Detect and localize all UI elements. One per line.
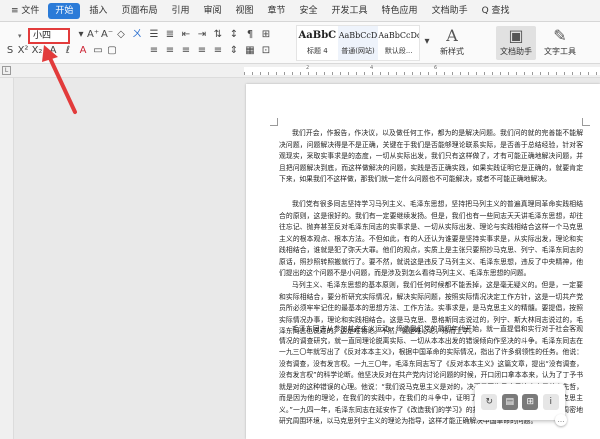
table-icon[interactable]: ⊞: [260, 29, 272, 43]
text-effect-icon[interactable]: A: [47, 45, 59, 59]
style-sample: AaBbCcD: [338, 31, 378, 40]
outdent-icon[interactable]: ⇤: [180, 29, 192, 43]
indent-icon[interactable]: ⇥: [196, 29, 208, 43]
style-label: 默认段...: [384, 47, 413, 55]
style-label: 标题 4: [306, 47, 328, 55]
align-right-icon[interactable]: ≡: [180, 45, 192, 59]
style-label: 普通(网站): [341, 47, 375, 55]
tab-1[interactable]: 开始: [48, 2, 81, 19]
style-normal-web[interactable]: AaBbCcD 普通(网站): [337, 26, 379, 60]
font-color-icon[interactable]: A: [77, 45, 89, 59]
ruler-number: 4: [370, 65, 374, 71]
wrench-icon: ✎: [553, 26, 567, 45]
subscript-icon[interactable]: X₂: [31, 45, 43, 59]
grow-font-icon[interactable]: A⁺: [87, 29, 99, 43]
pinyin-guide-icon[interactable]: ㄨ: [131, 29, 143, 43]
char-shading-icon[interactable]: ▭: [92, 45, 104, 59]
doc-helper-button[interactable]: ▣ 文档助手: [496, 26, 536, 60]
align-left-icon[interactable]: ≡: [148, 45, 160, 59]
doc-helper-icon: ▣: [508, 26, 524, 45]
tab-10[interactable]: 特色应用: [375, 3, 425, 19]
align-center-icon[interactable]: ≡: [164, 45, 176, 59]
superscript-icon[interactable]: X²: [17, 45, 29, 59]
numbered-list-icon[interactable]: ≣: [164, 29, 176, 43]
document-paragraph[interactable]: 毛泽东同志从参加共产主义运动、缔造我们党的最初年代开始，就一直提倡和实行对于社会…: [279, 324, 583, 439]
tab-0[interactable]: ≡ 文件: [4, 3, 46, 19]
refresh-icon[interactable]: ↻: [481, 394, 498, 410]
style-default-para[interactable]: AaBbCcDd 默认段...: [378, 26, 419, 60]
strikethrough-icon[interactable]: S: [4, 45, 16, 59]
text-tools-label: 文字工具: [544, 47, 576, 56]
tab-11[interactable]: 文档助手: [425, 3, 475, 19]
tab-8[interactable]: 安全: [293, 3, 325, 19]
ruler-scale[interactable]: 2 4 6: [244, 65, 600, 75]
new-style-button[interactable]: A 新样式: [432, 26, 472, 60]
style-heading4[interactable]: AaBbC 标题 4: [297, 26, 338, 60]
justify-icon[interactable]: ≡: [196, 45, 208, 59]
doc-helper-label: 文档助手: [500, 47, 532, 56]
tab-7[interactable]: 章节: [261, 3, 293, 19]
ribbon-tab-bar: ≡ 文件 开始 插入 页面布局 引用 审阅 视图 章节 安全 开发工具 特色应用 文档助手 Q 查找: [0, 0, 600, 22]
floating-toolbar: ↻ ▤ ⊞ i: [475, 384, 565, 420]
tab-5[interactable]: 审阅: [196, 3, 228, 19]
tab-9[interactable]: 开发工具: [325, 3, 375, 19]
grid-icon[interactable]: ⊞: [522, 394, 539, 410]
vertical-ruler: [0, 78, 14, 439]
show-marks-icon[interactable]: ¶: [244, 29, 256, 43]
dropdown-arrow-icon[interactable]: ▾: [75, 29, 87, 43]
doc-icon[interactable]: ▤: [501, 394, 518, 410]
margin-corner-mark: [270, 118, 278, 126]
chevron-down-icon[interactable]: ▾: [18, 28, 28, 44]
tab-12[interactable]: Q 查找: [475, 3, 517, 19]
tab-6[interactable]: 视图: [228, 3, 260, 19]
margin-corner-mark: [582, 118, 590, 126]
shrink-font-icon[interactable]: A⁻: [101, 29, 113, 43]
new-style-label: 新样式: [440, 47, 464, 56]
more-icon[interactable]: …: [555, 414, 567, 426]
font-size-field[interactable]: 小四: [28, 28, 70, 44]
horizontal-ruler: L 2 4 6: [0, 64, 600, 78]
style-sample: AaBbCcDd: [378, 31, 420, 40]
document-paragraph[interactable]: 我们开会，作报告，作决议，以及做任何工作，都为的是解决问题。我们问的就的完善能不…: [279, 128, 583, 198]
style-gallery: AaBbC 标题 4 AaBbCcD 普通(网站) AaBbCcDd 默认段..…: [296, 25, 420, 61]
ruler-number: 6: [434, 65, 438, 71]
char-border-icon[interactable]: ▢: [106, 45, 118, 59]
tab-3[interactable]: 页面布局: [114, 3, 164, 19]
tab-2[interactable]: 插入: [82, 3, 114, 19]
info-icon[interactable]: i: [542, 394, 559, 410]
bullet-list-icon[interactable]: ☰: [148, 29, 160, 43]
new-style-icon: A: [446, 26, 458, 45]
ruler-number: 2: [306, 65, 310, 71]
distributed-icon[interactable]: ≡: [212, 45, 224, 59]
style-sample: AaBbC: [298, 30, 337, 41]
borders-icon[interactable]: ⊡: [260, 45, 272, 59]
shading-icon[interactable]: ▦: [244, 45, 256, 59]
home-ribbon: ▾ 小四 ▾ A⁺ A⁻ ◇ ㄨ S X² X₂ A ℓ A ▭ ▢ ☰ ≣ ⇤…: [0, 22, 600, 64]
tab-stop-icon[interactable]: L: [2, 66, 11, 75]
clear-format-icon[interactable]: ◇: [115, 29, 127, 43]
highlight-icon[interactable]: ℓ: [62, 45, 74, 59]
text-tools-button[interactable]: ✎ 文字工具: [540, 26, 580, 60]
chinese-layout-icon[interactable]: ⇅: [212, 29, 224, 43]
line-spacing-icon[interactable]: ⇕: [228, 45, 240, 59]
sort-icon[interactable]: ↕: [228, 29, 240, 43]
tab-4[interactable]: 引用: [164, 3, 196, 19]
